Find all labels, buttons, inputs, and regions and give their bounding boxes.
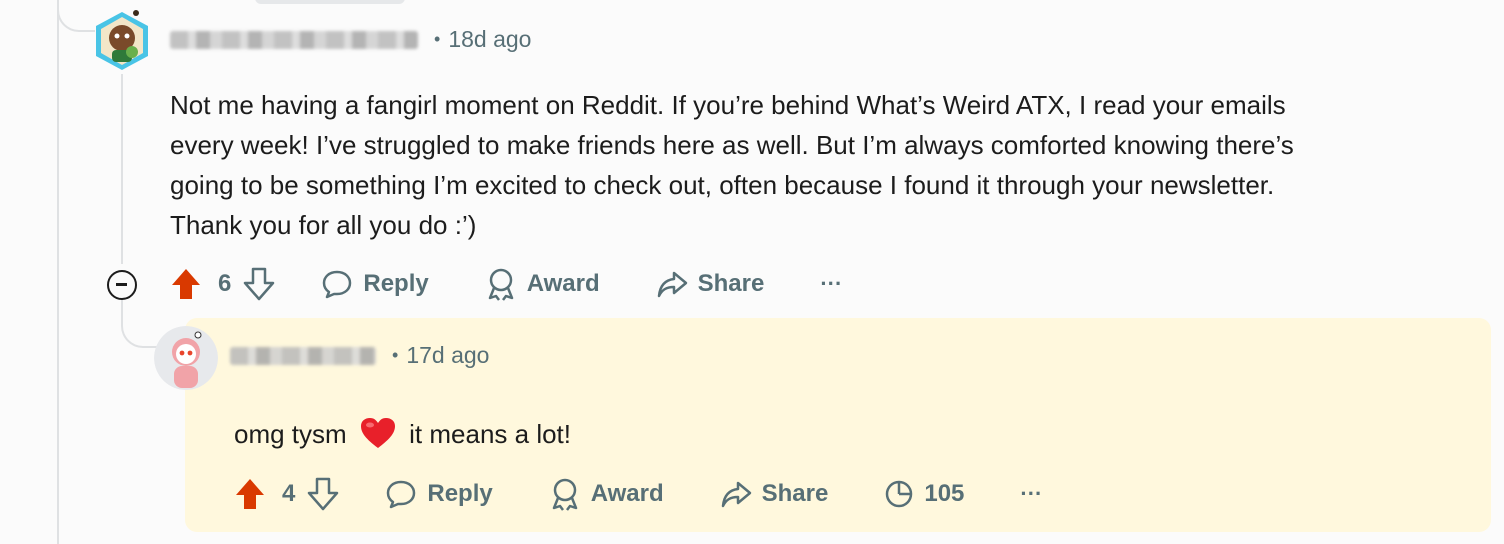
reply-text-before: omg tysm [234,419,347,449]
reply-text-after: it means a lot! [409,419,572,449]
share-icon [657,271,687,298]
collapse-icon[interactable] [107,270,137,300]
downvote-icon [244,267,275,301]
reply-avatar[interactable] [154,326,218,390]
share-label: Share [761,480,829,507]
reply-icon [387,480,416,509]
share-button[interactable]: Share [656,268,765,300]
award-label: Award [590,480,664,507]
reply-views-button[interactable]: 105 [884,479,964,509]
more-options-button[interactable]: ··· [820,271,842,297]
reply-more-options-button[interactable]: ··· [1020,481,1042,507]
thread-connector [57,0,95,32]
reply-award-button[interactable]: Award [549,477,664,511]
upvote-icon [236,479,264,509]
heart-emoji [360,418,395,448]
previous-action-pill [255,0,405,4]
comment-meta: • 18d ago [170,26,531,53]
outer-thread-line[interactable] [57,0,59,544]
comment-timestamp[interactable]: 18d ago [448,26,531,53]
views-count: 105 [924,480,965,507]
comment-actions: 6 Reply Award Share ··· [170,266,842,302]
reply-upvote-button[interactable] [234,476,266,512]
upvote-icon [172,269,200,299]
vote-count: 6 [218,270,232,297]
comment-text-line: going to be something I’m excited to che… [170,170,1275,200]
award-button[interactable]: Award [485,267,600,301]
reply-share-button[interactable]: Share [720,478,829,510]
comment-thread-line[interactable] [121,74,123,264]
comment-author-blurred[interactable] [170,30,418,49]
downvote-button[interactable] [243,266,275,302]
award-icon [552,478,577,511]
comment-body: Not me having a fangirl moment on Reddit… [170,85,1294,245]
reply-button[interactable]: Reply [321,268,429,300]
reply-author-blurred[interactable] [230,346,376,365]
reply-body: omg tysm it means a lot! [234,414,571,454]
reply-label: Reply [427,480,493,507]
share-label: Share [697,270,765,297]
comment-text-line: Thank you for all you do :’) [170,210,477,240]
reply-label: Reply [363,270,429,297]
award-label: Award [526,270,600,297]
more-icon: ··· [820,271,843,296]
reply-thread-connector [121,300,157,348]
reply-icon [323,270,352,299]
comment-text-line: every week! I’ve struggled to make frien… [170,130,1294,160]
more-icon: ··· [1020,481,1043,506]
upvote-button[interactable] [170,266,202,302]
award-icon [488,268,513,301]
comment-avatar[interactable] [92,8,152,74]
share-icon [721,481,751,508]
reply-downvote-button[interactable] [307,476,339,512]
views-icon [886,480,913,508]
comment-text-line: Not me having a fangirl moment on Reddit… [170,90,1286,120]
reply-actions: 4 Reply Award Share 105 ··· [234,476,1042,512]
reply-vote-count: 4 [282,480,296,507]
reply-timestamp[interactable]: 17d ago [406,342,489,369]
reply-meta: • 17d ago [230,342,489,369]
reply-reply-button[interactable]: Reply [385,478,493,510]
downvote-icon [308,477,339,511]
